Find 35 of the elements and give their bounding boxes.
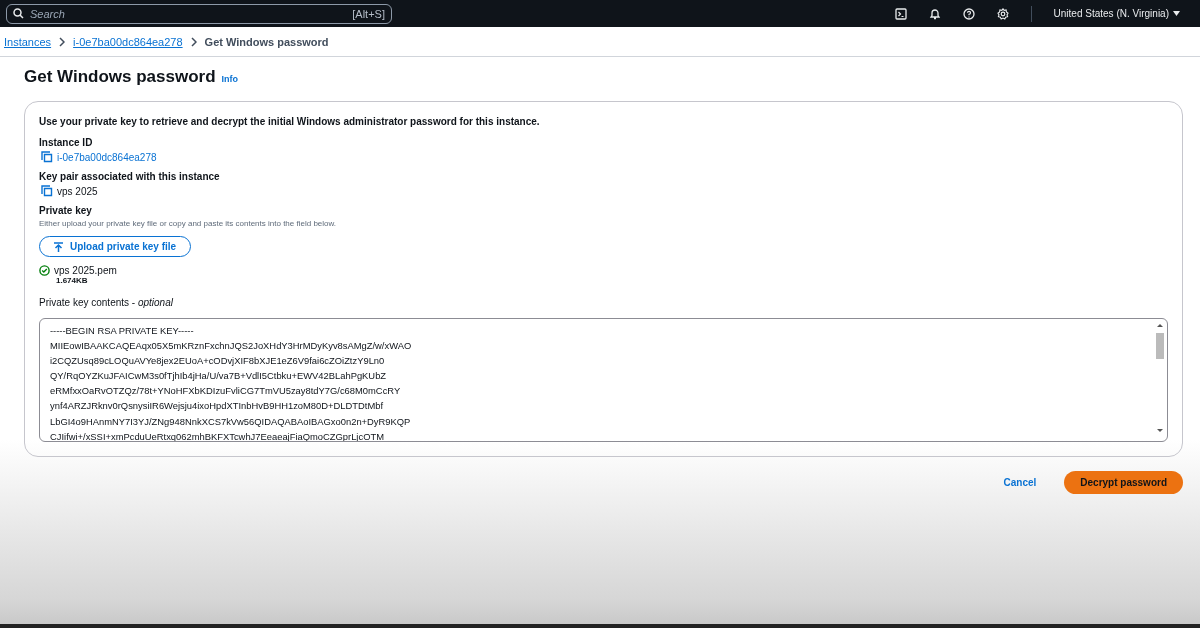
search-field[interactable]: Search [Alt+S] — [6, 3, 392, 24]
info-link[interactable]: Info — [221, 74, 239, 84]
copy-icon[interactable] — [41, 185, 53, 197]
copy-icon[interactable] — [41, 151, 53, 163]
hint-text: Either upload your private key file or copy and paste its contents into the field below. — [39, 219, 338, 228]
chevron-right-icon — [190, 36, 197, 47]
instance-id-link[interactable]: i-0e7ba00dc864ea278 — [57, 151, 157, 163]
upload-button[interactable]: Upload private key file — [39, 236, 192, 257]
field-label: Private key — [39, 205, 93, 216]
scrollbar[interactable] — [1155, 321, 1165, 435]
help-icon[interactable] — [962, 7, 975, 20]
breadcrumb-link[interactable]: Instances — [4, 35, 52, 48]
keyboard-shortcut: [Alt+S] — [352, 7, 385, 20]
breadcrumb-current: Get Windows password — [204, 35, 329, 48]
file-size: 1.674KB — [56, 276, 89, 285]
settings-icon[interactable] — [996, 7, 1009, 20]
region-selector[interactable]: United States (N. Virginia) — [1053, 8, 1180, 19]
field-value: vps 2025 — [57, 185, 98, 197]
caret-icon — [1173, 11, 1180, 16]
field-label: Key pair associated with this instance — [39, 171, 221, 182]
file-name: vps 2025.pem — [54, 265, 117, 276]
chevron-right-icon — [59, 36, 66, 47]
notifications-icon[interactable] — [928, 7, 941, 20]
terminal-icon[interactable] — [894, 7, 907, 20]
decrypt-password-button[interactable]: Decrypt password — [1064, 471, 1183, 494]
cancel-button[interactable]: Cancel — [997, 476, 1043, 489]
page-title: Get Windows password — [24, 67, 216, 87]
field-label: Private key contents - optional — [39, 297, 174, 308]
instructions-text: Use your private key to retrieve and decrypt the initial Windows administrator password for this instance. — [39, 116, 541, 127]
search-icon — [13, 8, 24, 19]
key-contents-field[interactable]: -----BEGIN RSA PRIVATE KEY----- MIIEowIBAAKCAQEAqx05X5mKRznFxchnJQS2JoXHdY3HrMDyKyv8sAMgZ/w/xWAO i2CQZUsq89cLOQuAVYe8jex2EUoA+cODvjXIF8bXJE1eZ6V9fai6cZOiZtzY9Ln0 QY/RqOYZKuJFAICwM3s0fTjhIb4jHa/U/va7B+VdlI5Ctbku+EWV42BLahPgKUbZ eRMfxxOaRvOTZQz/78t+YNoHFXbKDIzuFvliCG7TmVU5zay8tdY7G/c68M0mCcRY ynf4ARZJRknv0rQsnysiIR6Wejsju4ixoHpdXTInbHvB9HH1zoM80D+DLDTDtMbf LbGI4o9HAnmNY7I3YJ/ZNg948NnkXCS7kVw56QIDAQABAoIBAGxo0n2n+DyR9KQP CJIifwi+/xSSI+xmPcduUeRtxq062mhBKFXTcwhJ7EeaeajFiaQmoCZGprLjcOTM — [39, 318, 1168, 442]
breadcrumb-link[interactable]: i-0e7ba00dc864ea278 — [73, 35, 183, 48]
upload-icon — [54, 241, 63, 252]
success-icon — [39, 265, 50, 276]
field-label: Instance ID — [39, 137, 94, 148]
